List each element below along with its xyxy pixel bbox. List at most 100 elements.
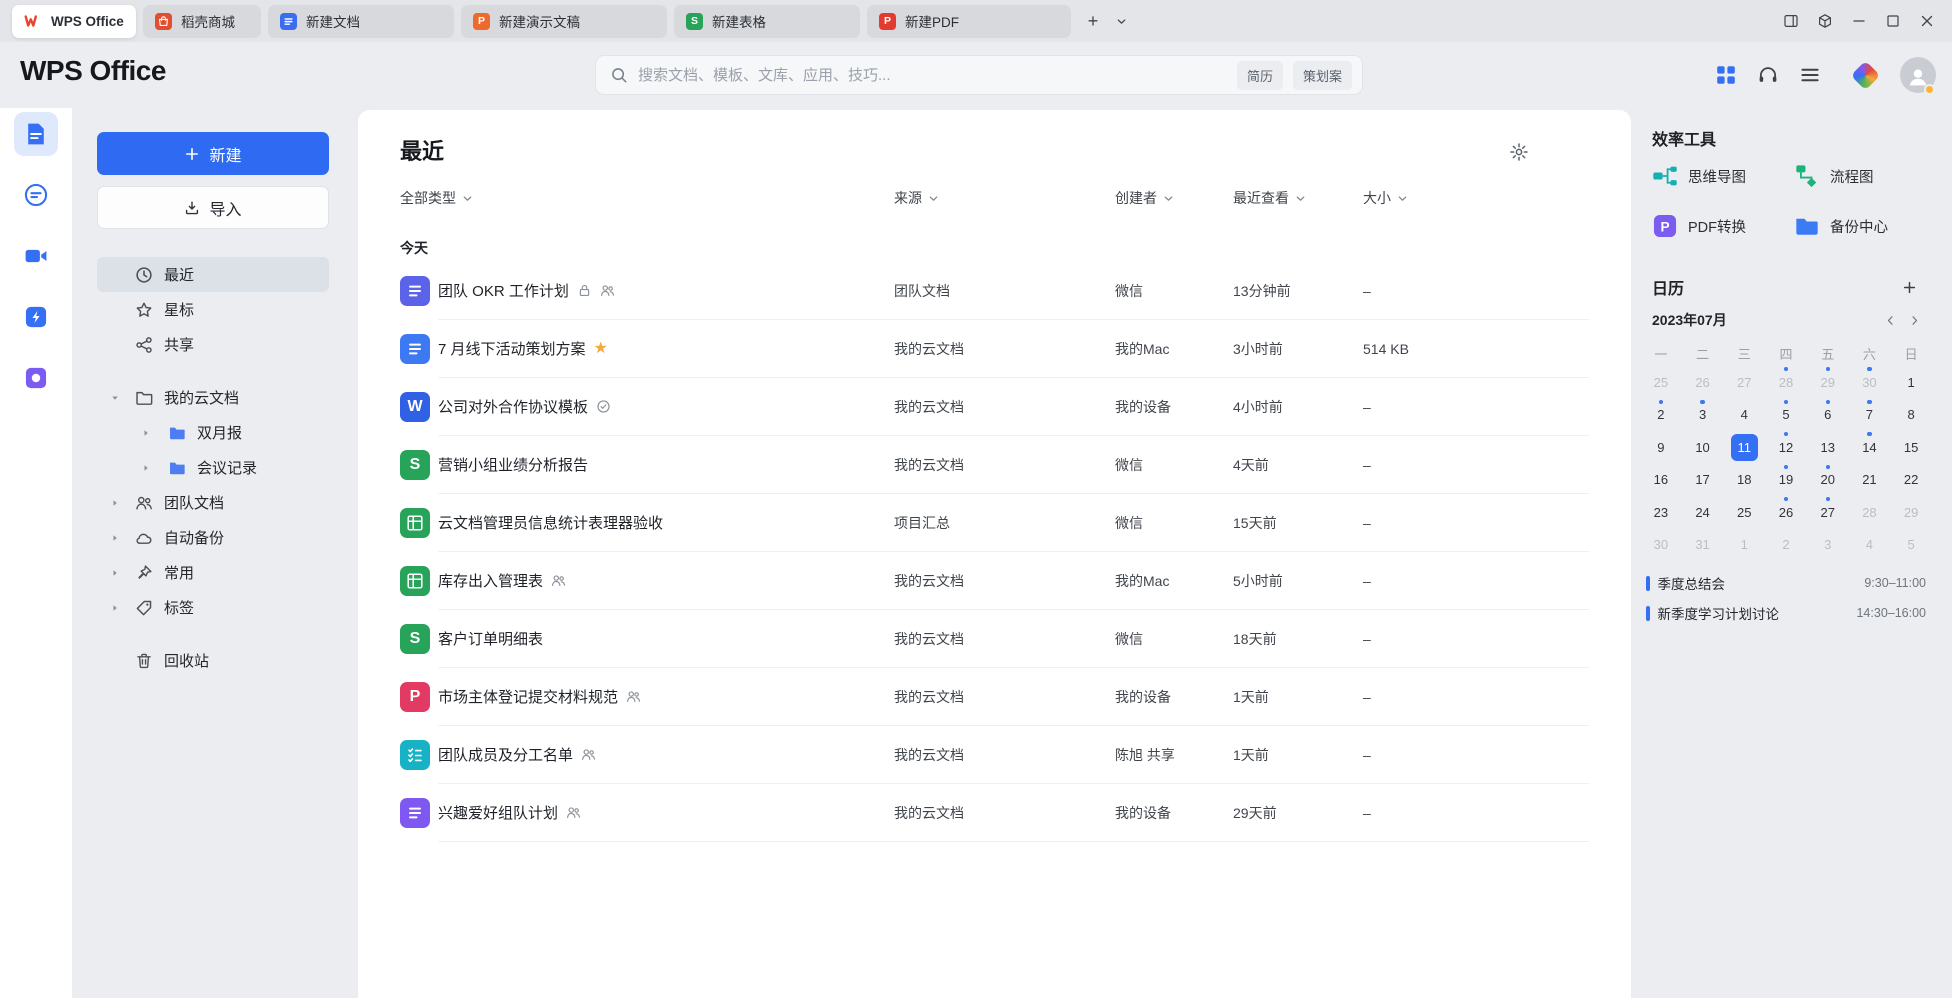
calendar-day[interactable]: 25 xyxy=(1640,366,1682,399)
tab-new-pdf[interactable]: P新建PDF xyxy=(867,5,1071,38)
calendar-day[interactable]: 26 xyxy=(1765,496,1807,529)
calendar-day[interactable]: 25 xyxy=(1723,496,1765,529)
calendar-day[interactable]: 27 xyxy=(1723,366,1765,399)
calendar-day[interactable]: 21 xyxy=(1849,464,1891,497)
calendar-day[interactable]: 15 xyxy=(1890,431,1932,464)
calendar-day[interactable]: 20 xyxy=(1807,464,1849,497)
calendar-day[interactable]: 30 xyxy=(1849,366,1891,399)
calendar-event[interactable]: 新季度学习计划讨论14:30–16:00 xyxy=(1646,598,1926,628)
calendar-day[interactable]: 30 xyxy=(1640,529,1682,562)
import-button[interactable]: 导入 xyxy=(97,186,329,229)
tool-pdf-convert[interactable]: PPDF转换 xyxy=(1652,206,1794,246)
next-month-button[interactable] xyxy=(1902,308,1926,332)
calendar-day[interactable]: 5 xyxy=(1890,529,1932,562)
calendar-day[interactable]: 27 xyxy=(1807,496,1849,529)
calendar-day[interactable]: 29 xyxy=(1807,366,1849,399)
sidebar-item-trash[interactable]: 回收站 xyxy=(97,643,329,678)
table-row[interactable]: 兴趣爱好组队计划我的云文档我的设备29天前– xyxy=(400,784,1589,842)
sidebar-item-team-docs[interactable]: 团队文档 xyxy=(97,485,329,520)
sidebar-item-tags[interactable]: 标签 xyxy=(97,590,329,625)
calendar-day[interactable]: 9 xyxy=(1640,431,1682,464)
table-row[interactable]: W公司对外合作协议模板我的云文档我的设备4小时前– xyxy=(400,378,1589,436)
tool-flowchart[interactable]: 流程图 xyxy=(1794,156,1932,196)
calendar-day[interactable]: 19 xyxy=(1765,464,1807,497)
calendar-day[interactable]: 1 xyxy=(1890,366,1932,399)
filter-source[interactable]: 来源 xyxy=(894,188,1115,208)
sidebar-item-my-cloud-docs[interactable]: 我的云文档 xyxy=(97,380,329,415)
sidebar-item-meeting-notes[interactable]: 会议记录 xyxy=(97,450,329,485)
table-row[interactable]: 团队成员及分工名单我的云文档陈旭 共享1天前– xyxy=(400,726,1589,784)
caret-right-icon[interactable] xyxy=(141,463,151,473)
workspace-button[interactable] xyxy=(1808,4,1842,38)
table-row[interactable]: S营销小组业绩分析报告我的云文档微信4天前– xyxy=(400,436,1589,494)
rail-documents[interactable] xyxy=(14,112,58,156)
calendar-day[interactable]: 24 xyxy=(1682,496,1724,529)
new-document-button[interactable]: 新建 xyxy=(97,132,329,175)
calendar-day[interactable]: 12 xyxy=(1765,431,1807,464)
tab-list-chevron[interactable] xyxy=(1108,8,1134,34)
calendar-day[interactable]: 2 xyxy=(1765,529,1807,562)
settings-gear-icon[interactable] xyxy=(1509,142,1529,162)
caret-right-icon[interactable] xyxy=(141,428,151,438)
caret-down-icon[interactable] xyxy=(110,393,120,403)
tool-mindmap[interactable]: 思维导图 xyxy=(1652,156,1794,196)
tool-backup-center[interactable]: 备份中心 xyxy=(1794,206,1932,246)
calendar-day[interactable]: 4 xyxy=(1849,529,1891,562)
calendar-day[interactable]: 22 xyxy=(1890,464,1932,497)
sidebar-item-shared[interactable]: 共享 xyxy=(97,327,329,362)
close-button[interactable] xyxy=(1910,4,1944,38)
calendar-day[interactable]: 14 xyxy=(1849,431,1891,464)
membership-button[interactable] xyxy=(1850,60,1880,90)
sidebar-item-frequent[interactable]: 常用 xyxy=(97,555,329,590)
tab-docer-mall[interactable]: 稻壳商城 xyxy=(143,5,261,38)
table-row[interactable]: S客户订单明细表我的云文档微信18天前– xyxy=(400,610,1589,668)
table-row[interactable]: 云文档管理员信息统计表理器验收项目汇总微信15天前– xyxy=(400,494,1589,552)
caret-right-icon[interactable] xyxy=(110,533,120,543)
calendar-event[interactable]: 季度总结会9:30–11:00 xyxy=(1646,568,1926,598)
calendar-day[interactable]: 8 xyxy=(1890,399,1932,432)
calendar-day[interactable]: 23 xyxy=(1640,496,1682,529)
new-tab-button[interactable]: + xyxy=(1080,8,1106,34)
calendar-day[interactable]: 18 xyxy=(1723,464,1765,497)
rail-meetings[interactable] xyxy=(14,234,58,278)
tab-new-presentation[interactable]: P新建演示文稿 xyxy=(461,5,667,38)
search-tag-proposal[interactable]: 策划案 xyxy=(1293,61,1352,90)
calendar-day[interactable]: 29 xyxy=(1890,496,1932,529)
calendar-day[interactable]: 31 xyxy=(1682,529,1724,562)
calendar-day[interactable]: 2 xyxy=(1640,399,1682,432)
calendar-day[interactable]: 26 xyxy=(1682,366,1724,399)
tab-new-document[interactable]: 新建文档 xyxy=(268,5,454,38)
sidebar-toggle-button[interactable] xyxy=(1774,4,1808,38)
apps-grid-button[interactable] xyxy=(1714,64,1738,86)
filter-creator[interactable]: 创建者 xyxy=(1115,188,1233,208)
calendar-day[interactable]: 17 xyxy=(1682,464,1724,497)
rail-messages[interactable] xyxy=(14,173,58,217)
caret-right-icon[interactable] xyxy=(110,603,120,613)
calendar-day[interactable]: 10 xyxy=(1682,431,1724,464)
calendar-day[interactable]: 13 xyxy=(1807,431,1849,464)
calendar-day[interactable]: 3 xyxy=(1682,399,1724,432)
minimize-button[interactable] xyxy=(1842,4,1876,38)
rail-quick-apps[interactable] xyxy=(14,295,58,339)
filter-type[interactable]: 全部类型 xyxy=(400,188,894,208)
tab-new-spreadsheet[interactable]: S新建表格 xyxy=(674,5,860,38)
calendar-day[interactable]: 28 xyxy=(1849,496,1891,529)
maximize-button[interactable] xyxy=(1876,4,1910,38)
table-row[interactable]: 库存出入管理表我的云文档我的Mac5小时前– xyxy=(400,552,1589,610)
add-event-button[interactable] xyxy=(1898,276,1920,298)
table-row[interactable]: 7 月线下活动策划方案★我的云文档我的Mac3小时前514 KB xyxy=(400,320,1589,378)
calendar-day[interactable]: 3 xyxy=(1807,529,1849,562)
calendar-day[interactable]: 4 xyxy=(1723,399,1765,432)
calendar-day[interactable]: 11 xyxy=(1723,431,1765,464)
filter-size[interactable]: 大小 xyxy=(1363,188,1589,208)
support-button[interactable] xyxy=(1756,64,1780,86)
sidebar-item-starred[interactable]: 星标 xyxy=(97,292,329,327)
caret-right-icon[interactable] xyxy=(110,498,120,508)
search-input[interactable] xyxy=(638,67,1227,84)
sidebar-item-recent[interactable]: 最近 xyxy=(97,257,329,292)
sidebar-item-auto-backup[interactable]: 自动备份 xyxy=(97,520,329,555)
calendar-day[interactable]: 6 xyxy=(1807,399,1849,432)
table-row[interactable]: 团队 OKR 工作计划团队文档微信13分钟前– xyxy=(400,262,1589,320)
caret-right-icon[interactable] xyxy=(110,568,120,578)
calendar-day[interactable]: 5 xyxy=(1765,399,1807,432)
